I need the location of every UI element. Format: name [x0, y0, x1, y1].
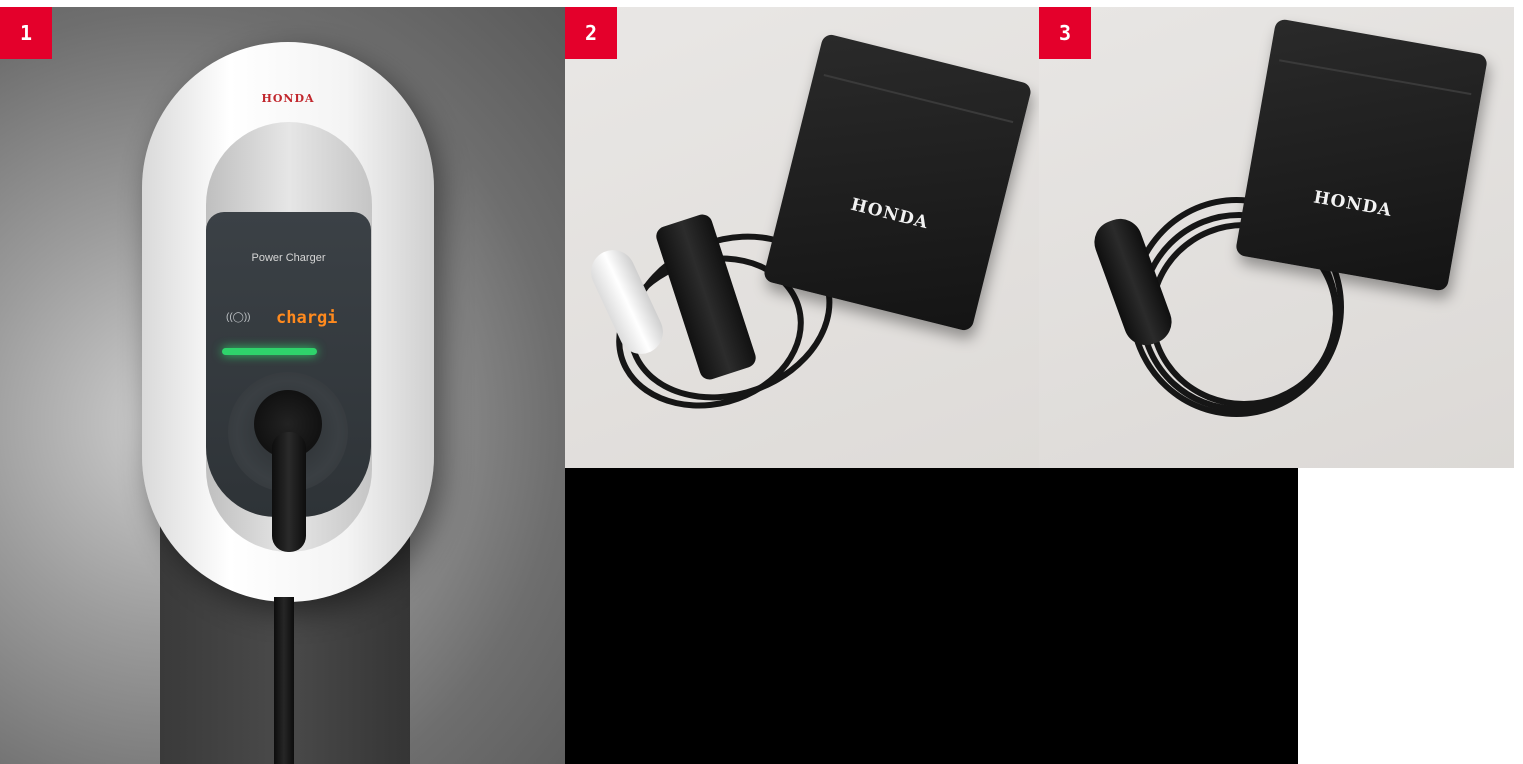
led-display-text: chargi	[276, 308, 338, 328]
gallery-number-badge: 3	[1039, 7, 1091, 59]
wireless-icon: ((◯))	[226, 312, 251, 323]
gallery-image-portable-charger[interactable]: HONDA	[565, 7, 1039, 468]
gallery-image-charging-cable[interactable]: HONDA	[1039, 7, 1514, 468]
gallery-image-wall-charger[interactable]: HONDA Power Charger ((◯)) chargi	[0, 7, 565, 764]
charger-front-panel: Power Charger ((◯)) chargi	[206, 212, 371, 552]
bag-brand-logo: HONDA	[1312, 187, 1394, 221]
charger-shell: HONDA Power Charger ((◯)) chargi	[142, 42, 434, 602]
storage-bag: HONDA	[1234, 18, 1489, 292]
video-placeholder[interactable]	[565, 468, 1298, 764]
charger-cable	[274, 597, 294, 764]
product-gallery: HONDA Power Charger ((◯)) chargi HONDA H…	[0, 0, 1523, 764]
charging-indicator-bar	[222, 348, 317, 355]
plug-handle	[272, 432, 306, 552]
bag-zipper	[823, 74, 1014, 124]
storage-bag: HONDA	[762, 32, 1033, 333]
device-label: Power Charger	[251, 252, 326, 264]
charger-brand-logo: HONDA	[261, 92, 315, 105]
gallery-number-badge: 1	[0, 7, 52, 59]
bag-zipper	[1279, 59, 1472, 96]
bag-brand-logo: HONDA	[848, 194, 931, 234]
gallery-number-badge: 2	[565, 7, 617, 59]
